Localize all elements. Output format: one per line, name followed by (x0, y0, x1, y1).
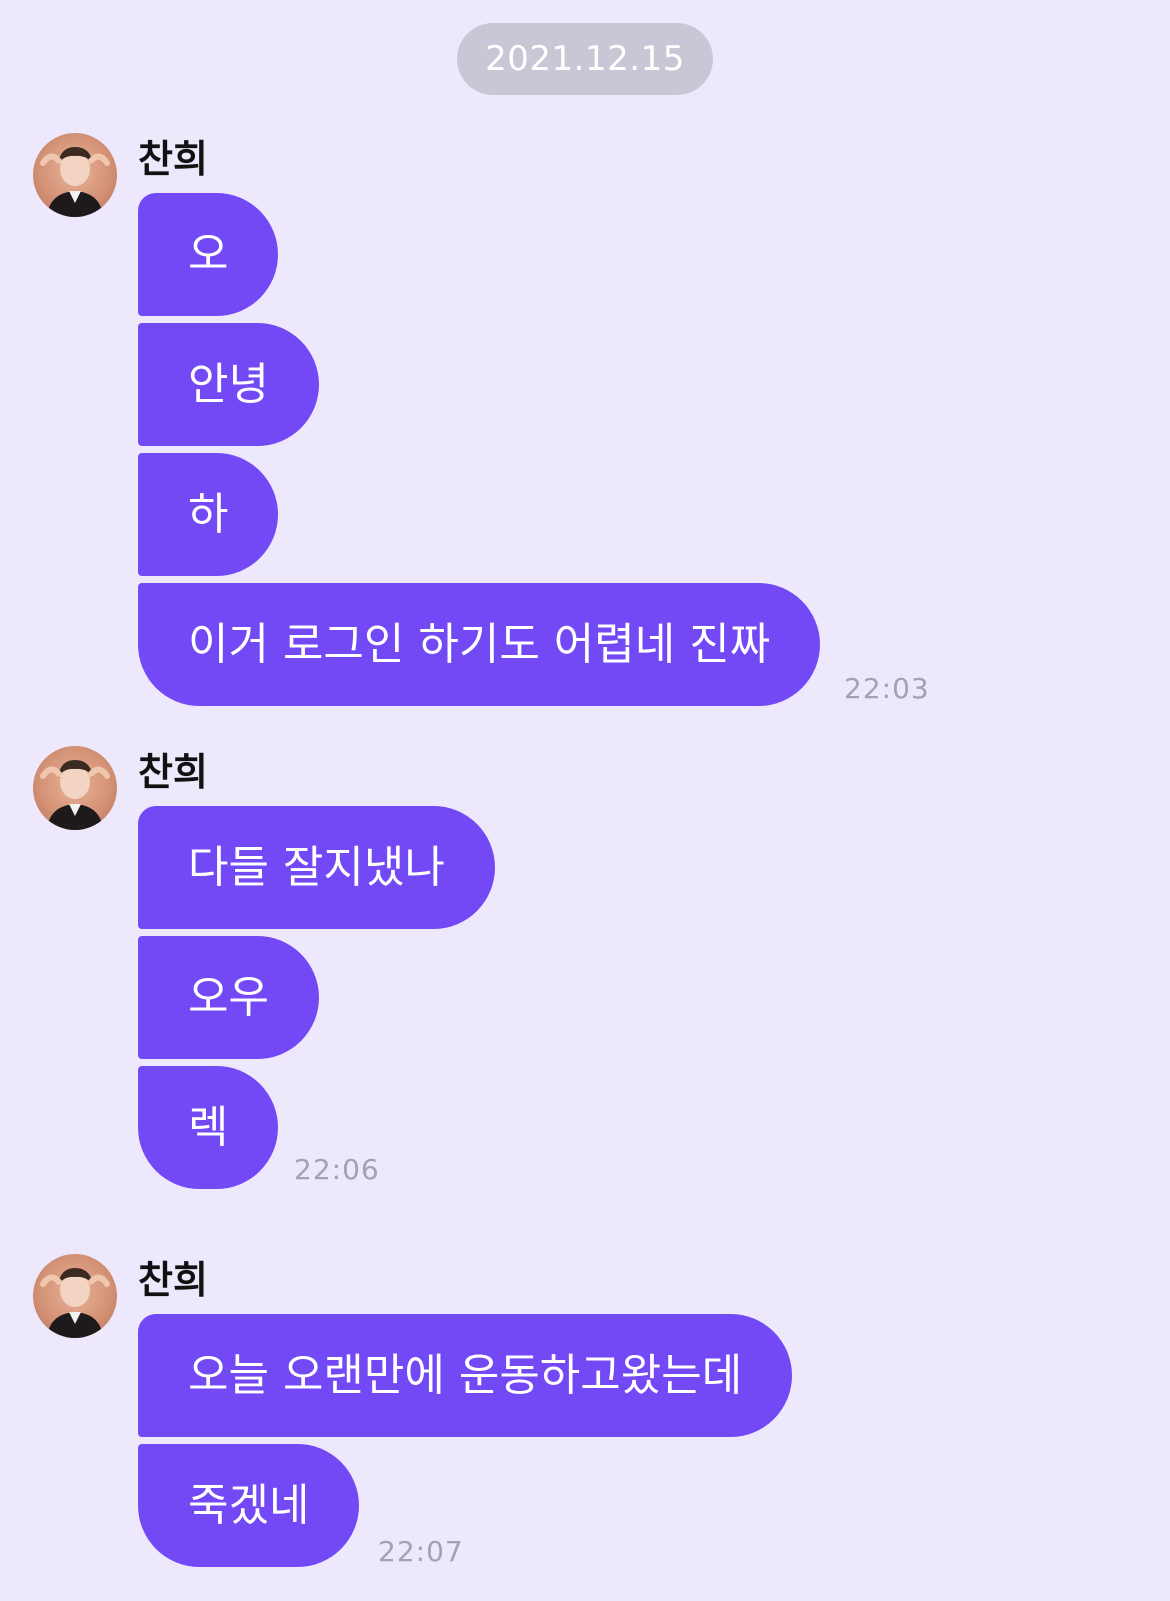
sender-name: 찬희 (138, 750, 208, 794)
avatar[interactable] (33, 1254, 117, 1338)
message-timestamp: 22:07 (378, 1535, 464, 1568)
message-bubble[interactable]: 오우 (138, 936, 319, 1059)
avatar[interactable] (33, 746, 117, 830)
message-bubble[interactable]: 다들 잘지냈나 (138, 806, 495, 929)
message-bubble[interactable]: 오늘 오랜만에 운동하고왔는데 (138, 1314, 793, 1437)
message-bubble[interactable]: 렉 (138, 1066, 279, 1189)
message-bubble[interactable]: 안녕 (138, 323, 319, 446)
avatar-photo-icon (40, 1268, 110, 1338)
message-timestamp: 22:06 (294, 1153, 380, 1186)
message-timestamp: 22:03 (844, 672, 930, 705)
avatar-photo-icon (40, 760, 110, 830)
message-group: 찬희 다들 잘지냈나 오우 렉 22:06 (0, 746, 1170, 1216)
date-divider: 2021.12.15 (457, 23, 713, 95)
message-bubble[interactable]: 이거 로그인 하기도 어렵네 진짜 (138, 583, 821, 706)
chat-thread: 2021.12.15 찬희 오 안녕 하 이거 로그인 하기도 어렵네 진짜 2… (0, 0, 1170, 1601)
message-bubble[interactable]: 하 (138, 453, 279, 576)
message-group: 찬희 오늘 오랜만에 운동하고왔는데 죽겠네 22:07 (0, 1254, 1170, 1594)
avatar-photo-icon (40, 147, 110, 217)
sender-name: 찬희 (138, 137, 208, 181)
message-bubble[interactable]: 오 (138, 193, 279, 316)
avatar[interactable] (33, 133, 117, 217)
message-group: 찬희 오 안녕 하 이거 로그인 하기도 어렵네 진짜 22:03 (0, 133, 1170, 713)
sender-name: 찬희 (138, 1258, 208, 1302)
message-bubble[interactable]: 죽겠네 (138, 1444, 360, 1567)
